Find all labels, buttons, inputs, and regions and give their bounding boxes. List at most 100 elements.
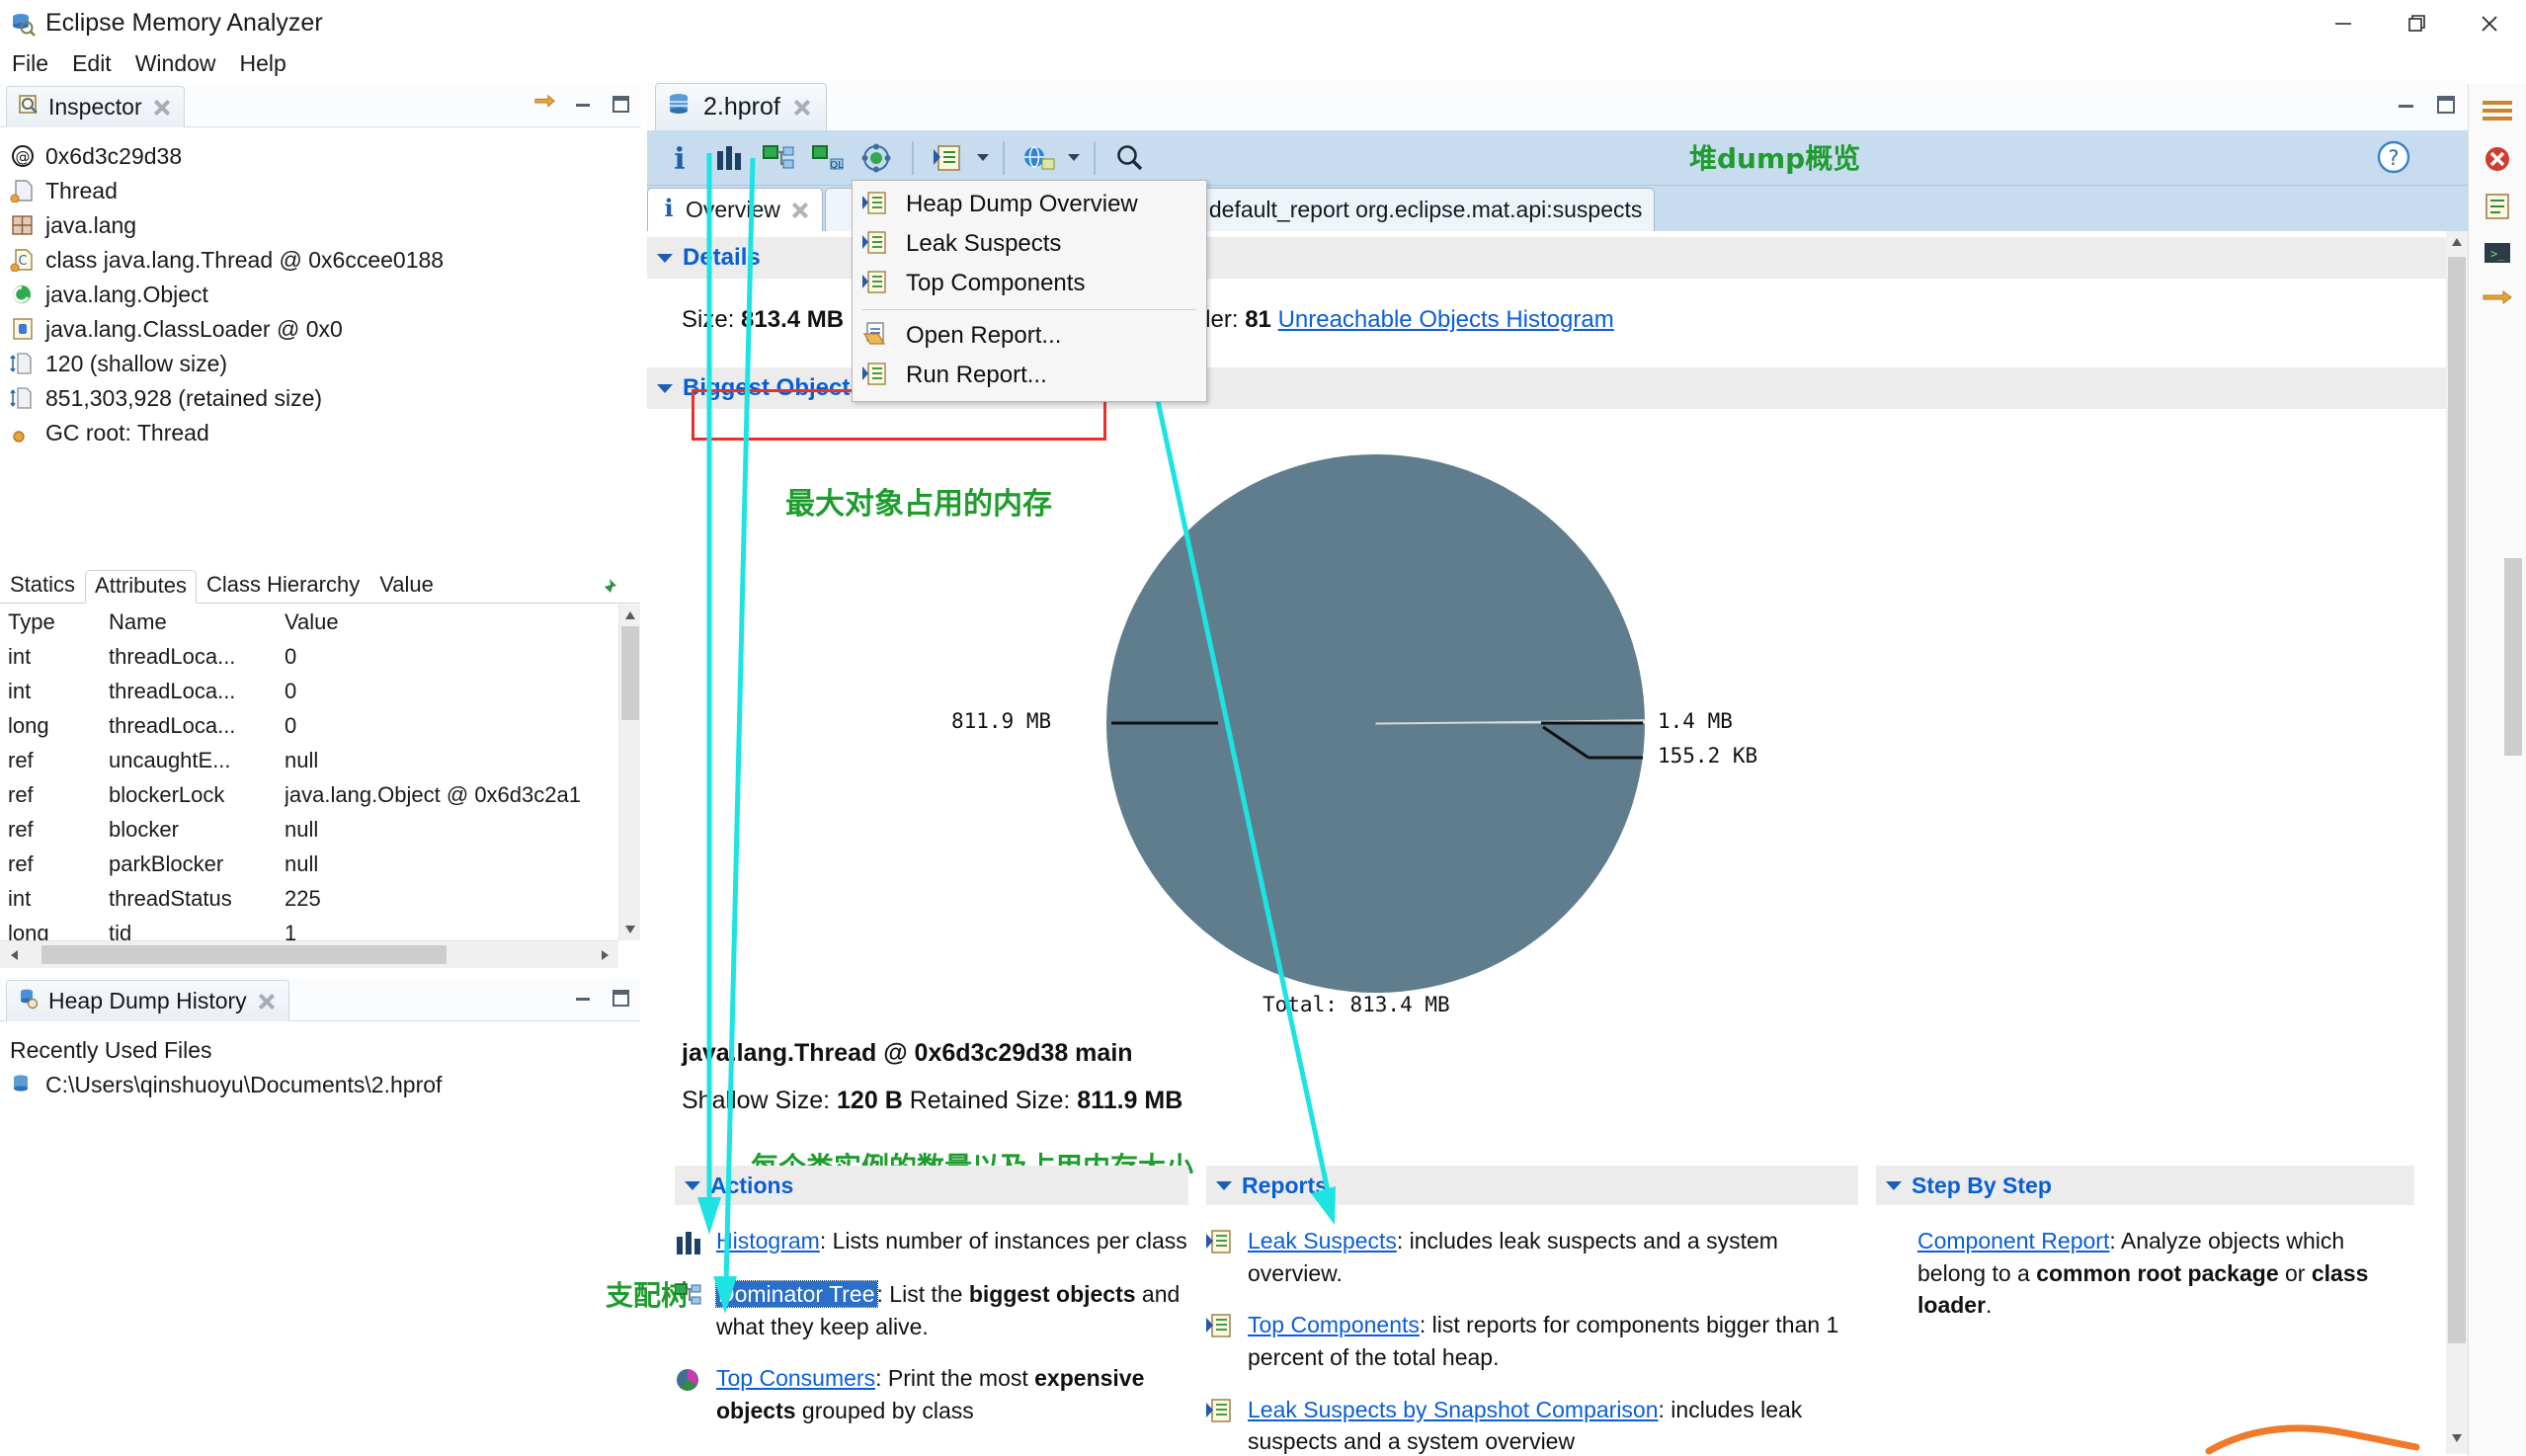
menu-help[interactable]: Help	[240, 50, 286, 77]
action-histogram[interactable]: Histogram: Lists number of instances per…	[675, 1225, 1188, 1258]
table-row[interactable]: ref parkBlocker null	[0, 847, 618, 881]
report-leak-suspects-comparison[interactable]: Leak Suspects by Snapshot Comparison: in…	[1206, 1394, 1858, 1456]
minimize-icon[interactable]	[571, 92, 595, 116]
minimize-icon[interactable]	[571, 986, 595, 1010]
list-item[interactable]: Thread	[10, 174, 640, 208]
maximize-icon[interactable]	[2434, 93, 2458, 117]
reports-icon[interactable]	[928, 137, 969, 179]
group-icon[interactable]	[856, 137, 898, 179]
right-scrollbar-thumb[interactable]	[2504, 558, 2522, 756]
table-row[interactable]: ref uncaughtE... null	[0, 743, 618, 777]
list-item[interactable]: GC root: Thread	[10, 416, 640, 450]
tab-value[interactable]: Value	[369, 569, 444, 603]
histogram-link[interactable]: Histogram	[716, 1228, 820, 1254]
menu-item-leak-suspects-label: Leak Suspects	[906, 230, 1062, 257]
find-icon[interactable]	[1109, 137, 1151, 179]
table-row[interactable]: ref blockerLock java.lang.Object @ 0x6d3c2…	[0, 777, 618, 812]
restore-perspective-icon[interactable]	[2476, 92, 2519, 131]
action-top-consumers[interactable]: Top Consumers: Print the most expensive …	[675, 1362, 1188, 1426]
overview-info-icon[interactable]: i	[659, 137, 700, 179]
table-row[interactable]: int threadLoca... 0	[0, 674, 618, 708]
attributes-vertical-scrollbar[interactable]	[618, 605, 640, 940]
error-log-icon[interactable]	[2476, 139, 2519, 179]
scroll-right-icon[interactable]	[593, 943, 616, 967]
svg-text:>_: >_	[2490, 247, 2505, 261]
link-with-editor-icon[interactable]	[533, 92, 557, 116]
maximize-icon[interactable]	[609, 986, 632, 1010]
inspector-tab[interactable]: Inspector	[6, 86, 185, 127]
menu-item-heap-dump-overview[interactable]: Heap Dump Overview	[853, 185, 1206, 224]
menu-window[interactable]: Window	[135, 50, 216, 77]
list-item[interactable]: java.lang	[10, 208, 640, 243]
menu-item-top-components[interactable]: Top Components	[853, 264, 1206, 303]
scrollbar-thumb[interactable]	[621, 626, 639, 720]
leak-suspects-link[interactable]: Leak Suspects	[1248, 1228, 1397, 1254]
close-icon[interactable]	[792, 98, 812, 118]
dominator-tree-link[interactable]: Dominator Tree	[715, 1280, 878, 1308]
table-row[interactable]: int threadLoca... 0	[0, 639, 618, 674]
menu-edit[interactable]: Edit	[72, 50, 112, 77]
help-icon[interactable]: ?	[2375, 138, 2412, 176]
scroll-left-icon[interactable]	[2, 943, 26, 967]
maximize-icon[interactable]	[609, 92, 632, 116]
scrollbar-thumb[interactable]	[41, 945, 447, 964]
dominator-tree-icon[interactable]	[758, 137, 799, 179]
menu-item-open-report[interactable]: Open Report...	[853, 316, 1206, 356]
menu-file[interactable]: File	[12, 50, 48, 77]
pin-icon[interactable]	[597, 577, 618, 599]
unreachable-objects-histogram-link[interactable]: Unreachable Objects Histogram	[1278, 306, 1614, 333]
list-item[interactable]: @ 0x6d3c29d38	[10, 139, 640, 174]
minimize-button[interactable]	[2307, 0, 2380, 46]
component-report-link[interactable]: Component Report	[1917, 1228, 2109, 1254]
table-row[interactable]: ref blocker null	[0, 812, 618, 847]
step-component-report[interactable]: Component Report: Analyze objects which …	[1876, 1225, 2414, 1322]
tab-default-report[interactable]: default_report org.eclipse.mat.api:suspe…	[1162, 188, 1656, 231]
tab-attributes[interactable]: Attributes	[85, 570, 197, 604]
close-icon[interactable]	[152, 98, 172, 118]
scroll-up-icon[interactable]	[2450, 235, 2464, 254]
list-item[interactable]: C:\Users\qinshuoyu\Documents\2.hprof	[10, 1072, 640, 1098]
chevron-down-icon[interactable]	[1068, 154, 1080, 161]
close-icon[interactable]	[790, 201, 810, 220]
scroll-down-icon[interactable]	[619, 919, 641, 940]
tab-statics[interactable]: Statics	[0, 569, 85, 603]
maximize-button[interactable]	[2380, 0, 2453, 46]
menu-item-leak-suspects[interactable]: Leak Suspects	[853, 224, 1206, 264]
histogram-icon[interactable]	[708, 137, 750, 179]
close-button[interactable]	[2453, 0, 2526, 46]
report-top-components[interactable]: Top Components: list reports for compone…	[1206, 1309, 1858, 1373]
minimize-icon[interactable]	[2395, 93, 2418, 117]
leak-suspects-snapshot-comparison-link[interactable]: Leak Suspects by Snapshot Comparison	[1248, 1397, 1659, 1422]
step-by-step-section-header[interactable]: Step By Step	[1876, 1166, 2414, 1205]
table-row[interactable]: int threadStatus 225	[0, 881, 618, 916]
scroll-up-icon[interactable]	[619, 605, 641, 626]
chevron-down-icon	[1216, 1180, 1232, 1190]
console-icon[interactable]: >_	[2476, 234, 2519, 274]
list-item[interactable]: 120 (shallow size)	[10, 347, 640, 381]
attributes-horizontal-scrollbar[interactable]	[0, 940, 618, 968]
compare-icon[interactable]	[2476, 282, 2519, 321]
list-item[interactable]: java.lang.ClassLoader @ 0x0	[10, 312, 640, 347]
chevron-down-icon[interactable]	[977, 154, 989, 161]
action-dominator-tree[interactable]: Dominator Tree: List the biggest objects…	[674, 1278, 1188, 1342]
notes-icon[interactable]	[2476, 187, 2519, 226]
list-item[interactable]: C class java.lang.Thread @ 0x6ccee0188	[10, 243, 640, 278]
reports-section-header[interactable]: Reports	[1206, 1166, 1858, 1205]
actions-section-header[interactable]: Actions	[675, 1166, 1188, 1205]
table-row[interactable]: long threadLoca... 0	[0, 708, 618, 743]
overview-info-icon: i	[660, 194, 678, 225]
reports-dropdown-menu[interactable]: Heap Dump Overview Leak Suspects Top Com…	[852, 180, 1207, 402]
editor-tab-2hprof[interactable]: 2.hprof	[655, 83, 827, 130]
close-icon[interactable]	[257, 992, 277, 1011]
menu-item-run-report[interactable]: Run Report...	[853, 356, 1206, 395]
query-browser-icon[interactable]	[1019, 137, 1060, 179]
tab-class-hierarchy[interactable]: Class Hierarchy	[197, 569, 369, 603]
report-leak-suspects[interactable]: Leak Suspects: includes leak suspects an…	[1206, 1225, 1858, 1289]
tab-overview[interactable]: i Overview	[647, 188, 823, 231]
top-components-link[interactable]: Top Components	[1248, 1312, 1420, 1337]
oql-icon[interactable]: QL	[807, 137, 849, 179]
list-item[interactable]: 851,303,928 (retained size)	[10, 381, 640, 416]
heap-dump-history-tab[interactable]: Heap Dump History	[6, 980, 289, 1021]
top-consumers-link[interactable]: Top Consumers	[716, 1365, 875, 1391]
list-item[interactable]: java.lang.Object	[10, 278, 640, 312]
